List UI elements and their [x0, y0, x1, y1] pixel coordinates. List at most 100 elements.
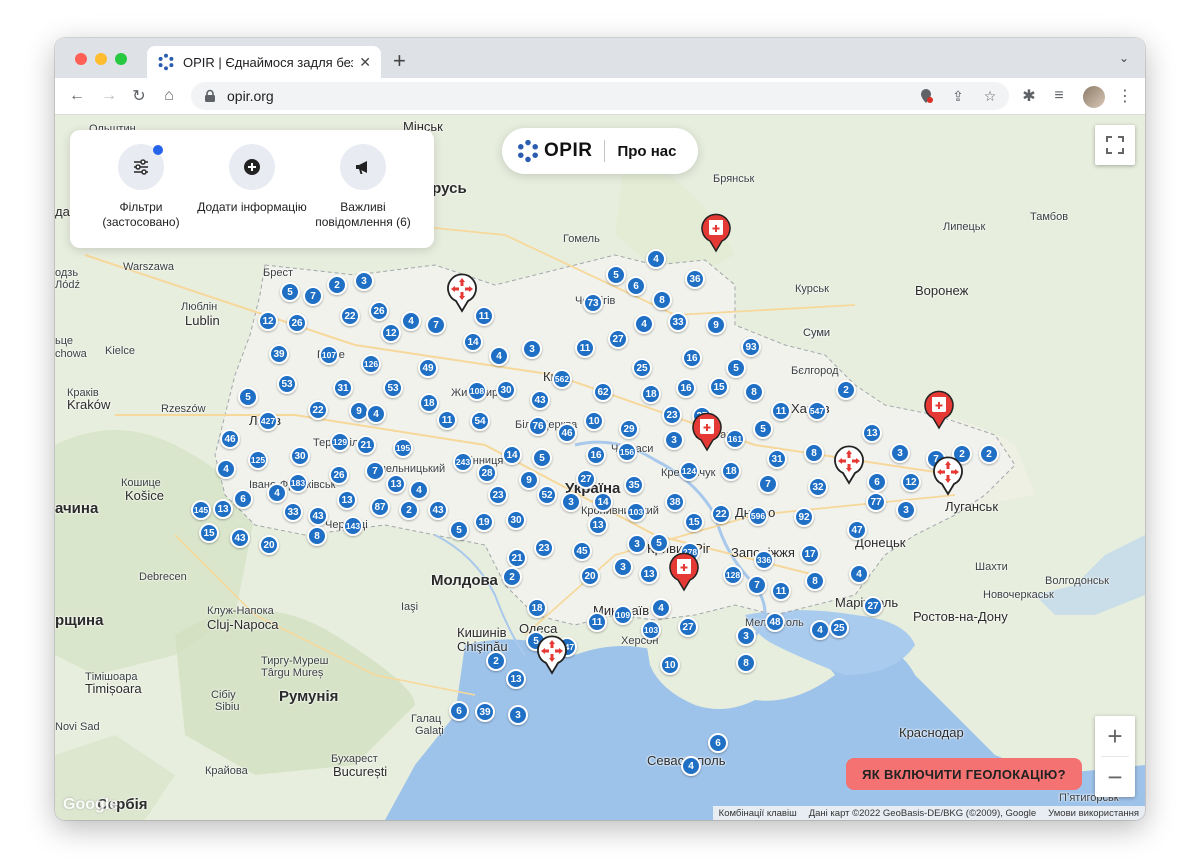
cluster-marker[interactable]: 108	[467, 381, 487, 401]
close-window-button[interactable]	[75, 53, 87, 65]
cluster-marker[interactable]: 22	[308, 400, 328, 420]
cluster-marker[interactable]: 32	[808, 477, 828, 497]
cluster-marker[interactable]: 14	[502, 445, 522, 465]
cluster-marker[interactable]: 6	[867, 472, 887, 492]
cluster-marker[interactable]: 28	[477, 463, 497, 483]
cluster-marker[interactable]: 13	[588, 515, 608, 535]
cluster-marker[interactable]: 25	[632, 358, 652, 378]
cluster-marker[interactable]: 4	[401, 311, 421, 331]
cluster-marker[interactable]: 6	[626, 276, 646, 296]
cluster-marker[interactable]: 46	[557, 423, 577, 443]
cluster-marker[interactable]: 8	[804, 443, 824, 463]
cluster-marker[interactable]: 7	[758, 474, 778, 494]
cluster-marker[interactable]: 107	[319, 345, 339, 365]
cluster-marker[interactable]: 6	[708, 733, 728, 753]
back-arrow-icon[interactable]: ←	[65, 84, 89, 108]
cluster-marker[interactable]: 22	[711, 504, 731, 524]
cluster-marker[interactable]: 2	[327, 275, 347, 295]
cluster-marker[interactable]: 4	[366, 404, 386, 424]
cluster-marker[interactable]: 30	[506, 510, 526, 530]
cluster-marker[interactable]: 4	[634, 314, 654, 334]
cluster-marker[interactable]: 11	[771, 581, 791, 601]
cluster-marker[interactable]: 10	[660, 655, 680, 675]
cluster-marker[interactable]: 21	[356, 435, 376, 455]
cluster-marker[interactable]: 547	[807, 401, 827, 421]
cluster-marker[interactable]: 13	[213, 499, 233, 519]
cluster-marker[interactable]: 73	[583, 293, 603, 313]
cluster-marker[interactable]: 18	[721, 461, 741, 481]
cluster-marker[interactable]: 7	[365, 461, 385, 481]
cluster-marker[interactable]: 19	[474, 512, 494, 532]
cluster-marker[interactable]: 124	[679, 461, 699, 481]
cluster-marker[interactable]: 87	[370, 497, 390, 517]
keyboard-shortcuts-link[interactable]: Комбінації клавіш	[719, 808, 797, 819]
cluster-marker[interactable]: 53	[383, 378, 403, 398]
cluster-marker[interactable]: 3	[354, 271, 374, 291]
cluster-marker[interactable]: 143	[343, 516, 363, 536]
zoom-in-button[interactable]: +	[1095, 716, 1135, 756]
cluster-marker[interactable]: 5	[606, 265, 626, 285]
cluster-marker[interactable]: 562	[552, 369, 572, 389]
new-tab-button[interactable]: +	[393, 48, 406, 74]
fullscreen-button[interactable]	[1095, 125, 1135, 165]
cluster-marker[interactable]: 23	[662, 405, 682, 425]
cluster-marker[interactable]: 13	[862, 423, 882, 443]
shelter-pin-icon[interactable]	[446, 273, 478, 313]
cluster-marker[interactable]: 15	[709, 377, 729, 397]
cluster-marker[interactable]: 11	[771, 401, 791, 421]
cluster-marker[interactable]: 6	[449, 701, 469, 721]
media-queue-icon[interactable]: ≡	[1047, 84, 1071, 108]
cluster-marker[interactable]: 26	[369, 301, 389, 321]
cluster-marker[interactable]: 27	[678, 617, 698, 637]
cluster-marker[interactable]: 2	[399, 500, 419, 520]
cluster-marker[interactable]: 13	[639, 564, 659, 584]
map-canvas[interactable]: Ольштин Мінськ Брянськ орусь да Гомель Липецьк…	[55, 115, 1145, 820]
cluster-marker[interactable]: 3	[896, 500, 916, 520]
cluster-marker[interactable]: 77	[866, 492, 886, 512]
cluster-marker[interactable]: 13	[386, 474, 406, 494]
important-notices-button[interactable]: Важливі повідомлення (6)	[308, 144, 418, 230]
maximize-window-button[interactable]	[115, 53, 127, 65]
cluster-marker[interactable]: 5	[532, 448, 552, 468]
cluster-marker[interactable]: 103	[641, 620, 661, 640]
cluster-marker[interactable]: 31	[767, 449, 787, 469]
cluster-marker[interactable]: 14	[593, 492, 613, 512]
cluster-marker[interactable]: 103	[626, 502, 646, 522]
cluster-marker[interactable]: 4	[681, 756, 701, 776]
cluster-marker[interactable]: 49	[418, 358, 438, 378]
filters-button[interactable]: Фільтри (застосовано)	[86, 144, 196, 230]
cluster-marker[interactable]: 8	[736, 653, 756, 673]
cluster-marker[interactable]: 16	[676, 378, 696, 398]
cluster-marker[interactable]: 145	[191, 500, 211, 520]
cluster-marker[interactable]: 11	[587, 612, 607, 632]
cluster-marker[interactable]: 4	[810, 620, 830, 640]
cluster-marker[interactable]: 15	[199, 523, 219, 543]
cluster-marker[interactable]: 156	[617, 442, 637, 462]
cluster-marker[interactable]: 27	[608, 329, 628, 349]
medical-pin-icon[interactable]	[668, 552, 700, 592]
cluster-marker[interactable]: 13	[337, 490, 357, 510]
cluster-marker[interactable]: 8	[652, 290, 672, 310]
cluster-marker[interactable]: 3	[561, 492, 581, 512]
cluster-marker[interactable]: 5	[649, 533, 669, 553]
cluster-marker[interactable]: 596	[748, 506, 768, 526]
cluster-marker[interactable]: 23	[534, 538, 554, 558]
cluster-marker[interactable]: 126	[361, 354, 381, 374]
cluster-marker[interactable]: 2	[486, 651, 506, 671]
cluster-marker[interactable]: 4	[489, 346, 509, 366]
shelter-pin-icon[interactable]	[536, 635, 568, 675]
cluster-marker[interactable]: 336	[754, 550, 774, 570]
cluster-marker[interactable]: 13	[506, 669, 526, 689]
cluster-marker[interactable]: 4	[849, 564, 869, 584]
cluster-marker[interactable]: 183	[288, 473, 308, 493]
cluster-marker[interactable]: 35	[624, 475, 644, 495]
cluster-marker[interactable]: 427	[258, 411, 278, 431]
cluster-marker[interactable]: 3	[736, 626, 756, 646]
cluster-marker[interactable]: 8	[805, 571, 825, 591]
cluster-marker[interactable]: 43	[230, 528, 250, 548]
cluster-marker[interactable]: 18	[527, 598, 547, 618]
cluster-marker[interactable]: 26	[287, 313, 307, 333]
cluster-marker[interactable]: 12	[901, 472, 921, 492]
cluster-marker[interactable]: 17	[800, 544, 820, 564]
cluster-marker[interactable]: 5	[449, 520, 469, 540]
